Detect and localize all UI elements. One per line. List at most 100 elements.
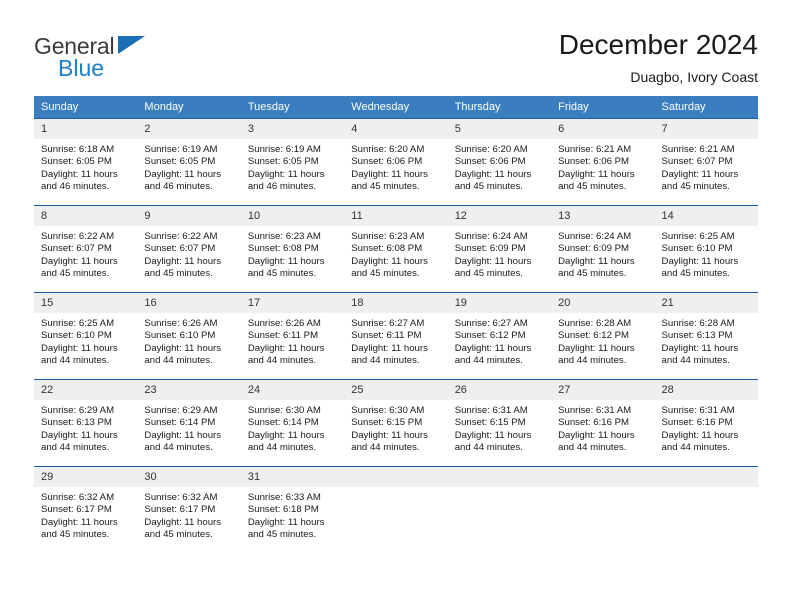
sunrise-text: Sunrise: 6:32 AM: [144, 492, 218, 503]
day-cell[interactable]: 4 Sunrise: 6:20 AM Sunset: 6:06 PM Dayli…: [344, 118, 448, 206]
sunset-text: Sunset: 6:05 PM: [247, 156, 319, 168]
day-cell[interactable]: 10 Sunrise: 6:23 AM Sunset: 6:08 PM Dayl…: [240, 205, 345, 293]
daylight-text-line1: Daylight: 11 hours: [247, 255, 325, 267]
day-details: Sunrise: 6:20 AM Sunset: 6:06 PM Dayligh…: [448, 139, 551, 194]
day-number: 6: [551, 119, 655, 139]
daylight-text-line1: Daylight: 11 hours: [247, 429, 325, 441]
day-number: 11: [344, 206, 448, 226]
day-cell[interactable]: 7 Sunrise: 6:21 AM Sunset: 6:07 PM Dayli…: [654, 118, 758, 206]
day-details: Sunrise: 6:31 AM Sunset: 6:15 PM Dayligh…: [448, 400, 551, 455]
day-number: 24: [240, 380, 345, 400]
weekday-header-monday: Monday: [137, 96, 241, 119]
sunrise-text: Sunrise: 6:21 AM: [661, 144, 735, 155]
daylight-text-line2: and 45 minutes.: [144, 268, 213, 280]
daylight-text-line2: and 44 minutes.: [351, 355, 420, 367]
daylight-text-line2: and 45 minutes.: [351, 268, 420, 280]
daylight-text-line1: Daylight: 11 hours: [41, 516, 118, 528]
sunrise-text: Sunrise: 6:25 AM: [661, 231, 735, 242]
day-cell[interactable]: 1 Sunrise: 6:18 AM Sunset: 6:05 PM Dayli…: [34, 118, 138, 206]
sunrise-text: Sunrise: 6:30 AM: [351, 405, 425, 416]
day-details: Sunrise: 6:29 AM Sunset: 6:13 PM Dayligh…: [34, 400, 137, 455]
daylight-text-line1: Daylight: 11 hours: [247, 342, 325, 354]
daylight-text-line1: Daylight: 11 hours: [558, 342, 635, 354]
daylight-text-line2: and 45 minutes.: [454, 268, 523, 280]
sunset-text: Sunset: 6:08 PM: [247, 243, 319, 255]
day-cell[interactable]: 8 Sunrise: 6:22 AM Sunset: 6:07 PM Dayli…: [34, 205, 138, 293]
sunrise-sunset-calendar: Sunday Monday Tuesday Wednesday Thursday…: [34, 96, 758, 555]
day-cell[interactable]: 25 Sunrise: 6:30 AM Sunset: 6:15 PM Dayl…: [344, 379, 448, 467]
day-cell[interactable]: 23 Sunrise: 6:29 AM Sunset: 6:14 PM Dayl…: [137, 379, 241, 467]
general-blue-logo[interactable]: General Blue: [34, 28, 164, 84]
day-details: Sunrise: 6:20 AM Sunset: 6:06 PM Dayligh…: [344, 139, 447, 194]
sunrise-text: Sunrise: 6:24 AM: [558, 231, 632, 242]
day-cell[interactable]: 9 Sunrise: 6:22 AM Sunset: 6:07 PM Dayli…: [137, 205, 241, 293]
day-cell[interactable]: 12 Sunrise: 6:24 AM Sunset: 6:09 PM Dayl…: [447, 205, 552, 293]
sunset-text: Sunset: 6:13 PM: [661, 330, 733, 342]
day-number: 7: [654, 119, 758, 139]
day-number: 21: [654, 293, 758, 313]
triangle-icon: [118, 36, 145, 54]
sunrise-text: Sunrise: 6:21 AM: [558, 144, 632, 155]
sunrise-text: Sunrise: 6:26 AM: [144, 318, 218, 329]
calendar-body: 1 Sunrise: 6:18 AM Sunset: 6:05 PM Dayli…: [34, 118, 758, 555]
day-cell[interactable]: 17 Sunrise: 6:26 AM Sunset: 6:11 PM Dayl…: [240, 292, 345, 380]
daylight-text-line2: and 44 minutes.: [558, 442, 627, 454]
day-cell[interactable]: 24 Sunrise: 6:30 AM Sunset: 6:14 PM Dayl…: [240, 379, 345, 467]
day-cell[interactable]: 31 Sunrise: 6:33 AM Sunset: 6:18 PM Dayl…: [240, 466, 345, 555]
daylight-text-line1: Daylight: 11 hours: [41, 342, 118, 354]
day-cell[interactable]: 6 Sunrise: 6:21 AM Sunset: 6:06 PM Dayli…: [551, 118, 655, 206]
sunset-text: Sunset: 6:11 PM: [247, 330, 319, 342]
daylight-text-line2: and 45 minutes.: [454, 181, 523, 193]
day-cell[interactable]: 3 Sunrise: 6:19 AM Sunset: 6:05 PM Dayli…: [240, 118, 345, 206]
sunrise-text: Sunrise: 6:31 AM: [661, 405, 735, 416]
day-cell[interactable]: 26 Sunrise: 6:31 AM Sunset: 6:15 PM Dayl…: [447, 379, 552, 467]
day-details: Sunrise: 6:28 AM Sunset: 6:13 PM Dayligh…: [655, 313, 758, 368]
day-cell[interactable]: 16 Sunrise: 6:26 AM Sunset: 6:10 PM Dayl…: [137, 292, 241, 380]
day-cell[interactable]: 18 Sunrise: 6:27 AM Sunset: 6:11 PM Dayl…: [344, 292, 448, 380]
sunrise-text: Sunrise: 6:20 AM: [351, 144, 425, 155]
sunrise-text: Sunrise: 6:27 AM: [351, 318, 425, 329]
weekday-header-friday: Friday: [551, 96, 655, 119]
day-number: 13: [551, 206, 655, 226]
day-cell[interactable]: 20 Sunrise: 6:28 AM Sunset: 6:12 PM Dayl…: [551, 292, 655, 380]
day-cell[interactable]: 28 Sunrise: 6:31 AM Sunset: 6:16 PM Dayl…: [654, 379, 758, 467]
day-cell[interactable]: 2 Sunrise: 6:19 AM Sunset: 6:05 PM Dayli…: [137, 118, 241, 206]
day-details: Sunrise: 6:22 AM Sunset: 6:07 PM Dayligh…: [34, 226, 137, 281]
daylight-text-line2: and 44 minutes.: [558, 355, 627, 367]
day-cell[interactable]: 30 Sunrise: 6:32 AM Sunset: 6:17 PM Dayl…: [137, 466, 241, 555]
day-cell[interactable]: 21 Sunrise: 6:28 AM Sunset: 6:13 PM Dayl…: [654, 292, 758, 380]
day-details: Sunrise: 6:27 AM Sunset: 6:11 PM Dayligh…: [344, 313, 447, 368]
day-number: 17: [240, 293, 345, 313]
day-details: Sunrise: 6:18 AM Sunset: 6:05 PM Dayligh…: [34, 139, 137, 194]
day-number: 16: [137, 293, 241, 313]
daylight-text-line1: Daylight: 11 hours: [144, 255, 222, 267]
day-cell[interactable]: 19 Sunrise: 6:27 AM Sunset: 6:12 PM Dayl…: [447, 292, 552, 380]
daylight-text-line2: and 44 minutes.: [661, 442, 730, 454]
day-number: 10: [240, 206, 345, 226]
day-cell[interactable]: 11 Sunrise: 6:23 AM Sunset: 6:08 PM Dayl…: [344, 205, 448, 293]
daylight-text-line1: Daylight: 11 hours: [351, 342, 428, 354]
sunrise-text: Sunrise: 6:29 AM: [144, 405, 218, 416]
sunset-text: Sunset: 6:06 PM: [351, 156, 423, 168]
day-number: 23: [137, 380, 241, 400]
day-details: Sunrise: 6:33 AM Sunset: 6:18 PM Dayligh…: [241, 487, 344, 542]
day-number: 30: [137, 467, 241, 487]
sunset-text: Sunset: 6:05 PM: [144, 156, 216, 168]
day-number: 31: [240, 467, 345, 487]
day-cell[interactable]: 13 Sunrise: 6:24 AM Sunset: 6:09 PM Dayl…: [551, 205, 655, 293]
daylight-text-line1: Daylight: 11 hours: [661, 429, 739, 441]
sunset-text: Sunset: 6:15 PM: [454, 417, 526, 429]
sunset-text: Sunset: 6:07 PM: [41, 243, 112, 255]
day-cell[interactable]: 15 Sunrise: 6:25 AM Sunset: 6:10 PM Dayl…: [34, 292, 138, 380]
day-cell[interactable]: 22 Sunrise: 6:29 AM Sunset: 6:13 PM Dayl…: [34, 379, 138, 467]
daylight-text-line2: and 45 minutes.: [41, 529, 110, 541]
daylight-text-line2: and 45 minutes.: [247, 529, 317, 541]
day-cell[interactable]: 5 Sunrise: 6:20 AM Sunset: 6:06 PM Dayli…: [447, 118, 552, 206]
sunrise-text: Sunrise: 6:24 AM: [454, 231, 528, 242]
day-cell[interactable]: 14 Sunrise: 6:25 AM Sunset: 6:10 PM Dayl…: [654, 205, 758, 293]
sunset-text: Sunset: 6:09 PM: [454, 243, 526, 255]
day-cell[interactable]: 27 Sunrise: 6:31 AM Sunset: 6:16 PM Dayl…: [551, 379, 655, 467]
day-details: Sunrise: 6:31 AM Sunset: 6:16 PM Dayligh…: [551, 400, 654, 455]
day-cell-empty: [654, 466, 758, 555]
day-cell[interactable]: 29 Sunrise: 6:32 AM Sunset: 6:17 PM Dayl…: [34, 466, 138, 555]
